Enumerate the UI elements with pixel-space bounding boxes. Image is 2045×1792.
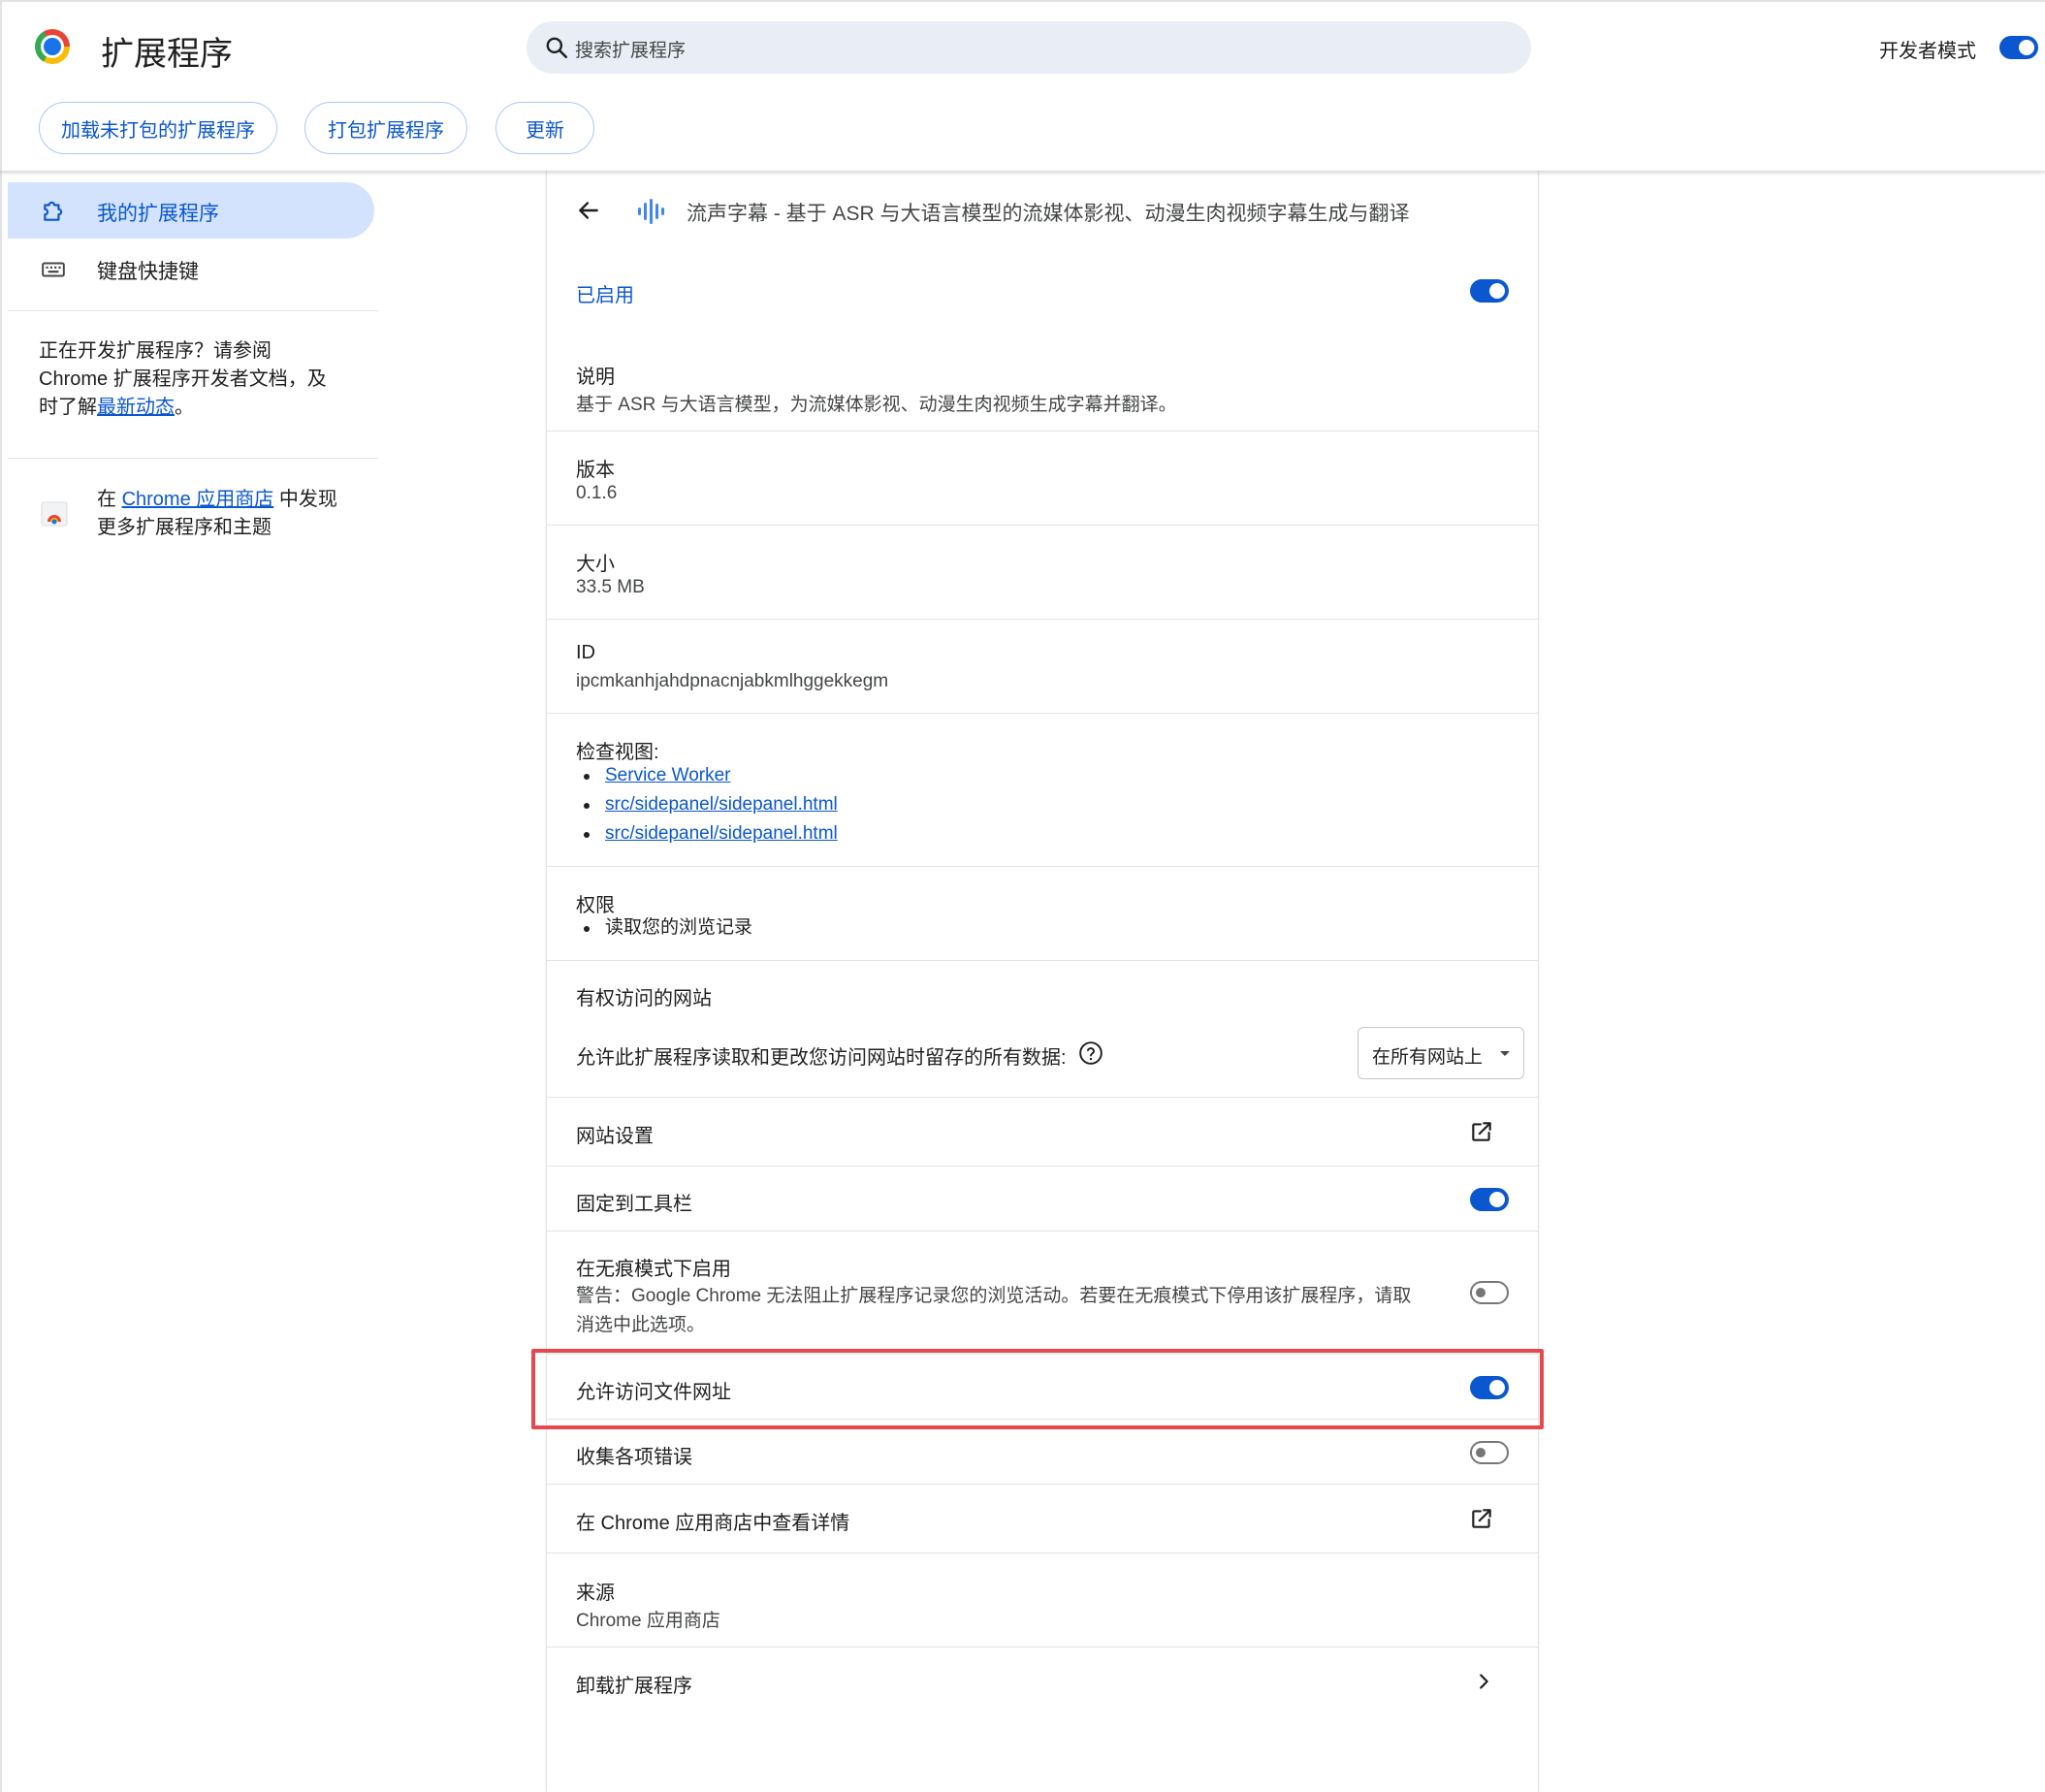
- version-value: 0.1.6: [576, 483, 618, 503]
- id-label: ID: [576, 642, 595, 663]
- site-access-selected: 在所有网站上: [1372, 1047, 1484, 1068]
- sidebar-item-keyboard-shortcuts[interactable]: 键盘快捷键: [8, 240, 374, 297]
- description-value: 基于 ASR 与大语言模型，为流媒体影视、动漫生肉视频生成字幕并翻译。: [576, 395, 1177, 415]
- site-access-select[interactable]: 在所有网站上: [1358, 1027, 1524, 1079]
- list-item: src/sidepanel/sidepanel.html: [576, 790, 838, 819]
- divider: [547, 619, 1538, 620]
- divider: [547, 1419, 1538, 1420]
- inspect-link-sidepanel[interactable]: src/sidepanel/sidepanel.html: [605, 794, 838, 815]
- site-access-description: 允许此扩展程序读取和更改您访问网站时留存的所有数据:: [576, 1047, 1067, 1069]
- divider: [547, 1231, 1538, 1232]
- pin-to-toolbar-toggle[interactable]: [1470, 1188, 1509, 1211]
- file-urls-label: 允许访问文件网址: [576, 1382, 731, 1403]
- dropdown-arrow-icon: [1500, 1051, 1510, 1056]
- soundwave-extension-icon: [638, 199, 664, 224]
- source-value: Chrome 应用商店: [576, 1611, 720, 1631]
- divider: [547, 866, 1538, 867]
- id-value: ipcmkanhjahdpnacnjabkmlhggekkegm: [576, 671, 889, 691]
- list-item: 读取您的浏览记录: [576, 913, 752, 943]
- sidebar-item-my-extensions[interactable]: 我的扩展程序: [8, 182, 374, 239]
- developer-docs-text: 正在开发扩展程序？请参阅 Chrome 扩展程序开发者文档，及时了解最新动态。: [39, 340, 327, 418]
- sidebar-item-label: 键盘快捷键: [97, 261, 199, 283]
- description-label: 说明: [576, 367, 615, 388]
- store-details-label: 在 Chrome 应用商店中查看详情: [576, 1513, 850, 1534]
- latest-news-link[interactable]: 最新动态: [97, 397, 175, 418]
- sidebar-item-label: 我的扩展程序: [97, 203, 219, 225]
- divider: [547, 960, 1538, 961]
- sidebar: 我的扩展程序 键盘快捷键 正在开发扩展程序？请参阅 Chrome 扩展程序开发者…: [0, 171, 378, 1792]
- chrome-logo-icon: [35, 29, 70, 64]
- extension-title: 流声字幕 - 基于 ASR 与大语言模型的流媒体影视、动漫生肉视频字幕生成与翻译: [687, 203, 1410, 225]
- divider: [8, 458, 378, 459]
- inspect-views-label: 检查视图:: [576, 742, 659, 763]
- size-value: 33.5 MB: [576, 577, 645, 597]
- chevron-right-icon: [1480, 1674, 1488, 1689]
- load-unpacked-button[interactable]: 加载未打包的扩展程序: [39, 102, 277, 154]
- web-store-promo: 在 Chrome 应用商店 中发现更多扩展程序和主题: [97, 489, 337, 538]
- page-title: 扩展程序: [101, 36, 233, 73]
- incognito-toggle[interactable]: [1470, 1281, 1509, 1304]
- enabled-toggle[interactable]: [1470, 279, 1509, 303]
- search-icon: [546, 37, 568, 59]
- help-icon[interactable]: [1078, 1040, 1103, 1066]
- divider: [547, 713, 1538, 714]
- search-placeholder: 搜索扩展程序: [575, 41, 687, 61]
- developer-mode-label: 开发者模式: [1879, 41, 1976, 62]
- pack-extension-button[interactable]: 打包扩展程序: [304, 102, 467, 154]
- chrome-web-store-link[interactable]: Chrome 应用商店: [122, 489, 274, 510]
- divider: [547, 525, 1538, 526]
- store-details-row[interactable]: 在 Chrome 应用商店中查看详情: [547, 1485, 1538, 1552]
- puzzle-icon: [44, 201, 63, 221]
- file-urls-toggle[interactable]: [1470, 1376, 1509, 1399]
- remove-extension-label: 卸载扩展程序: [576, 1676, 692, 1697]
- open-external-icon: [1472, 1509, 1491, 1528]
- search-input[interactable]: 搜索扩展程序: [527, 21, 1531, 74]
- size-label: 大小: [576, 554, 615, 575]
- extension-details-card: 流声字幕 - 基于 ASR 与大语言模型的流媒体影视、动漫生肉视频字幕生成与翻译…: [547, 171, 1538, 1792]
- update-button[interactable]: 更新: [495, 102, 594, 154]
- enabled-status-label: 已启用: [576, 285, 634, 306]
- remove-extension-row[interactable]: 卸载扩展程序: [547, 1648, 1538, 1715]
- inspect-views-list: Service Worker src/sidepanel/sidepanel.h…: [576, 761, 838, 848]
- list-item: src/sidepanel/sidepanel.html: [576, 819, 838, 848]
- back-arrow-icon[interactable]: [576, 198, 601, 223]
- source-label: 来源: [576, 1583, 615, 1604]
- collect-errors-label: 收集各项错误: [576, 1447, 692, 1468]
- pin-to-toolbar-label: 固定到工具栏: [576, 1194, 692, 1215]
- open-external-icon: [1472, 1122, 1491, 1141]
- divider: [547, 1354, 1538, 1355]
- incognito-label: 在无痕模式下启用: [576, 1259, 731, 1280]
- site-access-label: 有权访问的网站: [576, 988, 712, 1009]
- site-settings-row[interactable]: 网站设置: [547, 1098, 1538, 1166]
- divider: [547, 1552, 1538, 1553]
- inspect-link-sidepanel-2[interactable]: src/sidepanel/sidepanel.html: [605, 823, 838, 844]
- list-item: Service Worker: [576, 761, 838, 790]
- collect-errors-toggle[interactable]: [1470, 1441, 1509, 1464]
- permissions-list: 读取您的浏览记录: [576, 913, 752, 943]
- developer-mode-toggle[interactable]: [1999, 36, 2038, 59]
- divider: [8, 310, 378, 311]
- version-label: 版本: [576, 460, 615, 481]
- site-settings-label: 网站设置: [576, 1126, 654, 1147]
- web-store-icon: [41, 501, 68, 527]
- divider: [547, 1166, 1538, 1167]
- divider: [547, 431, 1538, 432]
- inspect-link-service-worker[interactable]: Service Worker: [605, 765, 731, 785]
- incognito-warning: 警告：Google Chrome 无法阻止扩展程序记录您的浏览活动。若要在无痕模…: [576, 1286, 1412, 1335]
- extensions-header: 扩展程序 搜索扩展程序 开发者模式 加载未打包的扩展程序 打包扩展程序 更新: [0, 0, 2045, 171]
- keyboard-icon: [42, 262, 65, 277]
